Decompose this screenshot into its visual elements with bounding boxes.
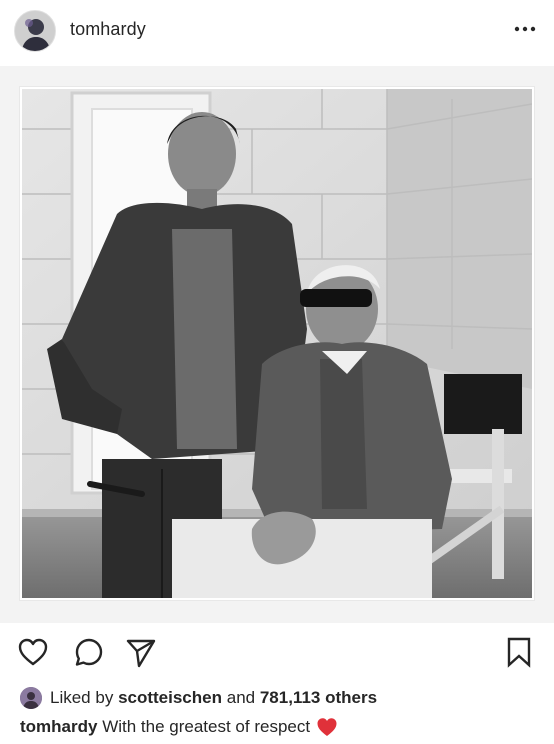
post-header: tomhardy <box>0 0 554 62</box>
likes-prefix: Liked by <box>50 688 114 707</box>
heart-icon <box>18 638 48 666</box>
user-avatar[interactable] <box>14 10 56 52</box>
liker-avatar[interactable] <box>20 687 42 709</box>
more-options-icon[interactable] <box>510 18 540 40</box>
bookmark-icon <box>507 637 531 668</box>
likes-middle: and <box>226 688 256 707</box>
post-actions-bar <box>0 623 554 683</box>
post-photo[interactable] <box>22 89 532 598</box>
post-media-area <box>0 66 554 623</box>
share-button[interactable] <box>124 635 158 669</box>
comment-icon <box>75 638 103 666</box>
likes-summary: Liked by scotteischen and 781,113 others <box>20 686 540 710</box>
caption-text: With the greatest of respect <box>102 717 311 736</box>
post-username[interactable]: tomhardy <box>70 19 146 40</box>
send-icon <box>126 639 156 668</box>
liker-username[interactable]: scotteischen <box>118 688 222 708</box>
red-heart-emoji-icon <box>316 716 338 738</box>
caption-username[interactable]: tomhardy <box>20 717 97 737</box>
likes-count[interactable]: 781,113 others <box>260 688 377 708</box>
post-caption: tomhardy With the greatest of respect <box>20 716 540 738</box>
comment-button[interactable] <box>72 635 106 669</box>
save-button[interactable] <box>502 635 536 669</box>
photo-frame <box>20 87 534 600</box>
like-button[interactable] <box>16 635 50 669</box>
